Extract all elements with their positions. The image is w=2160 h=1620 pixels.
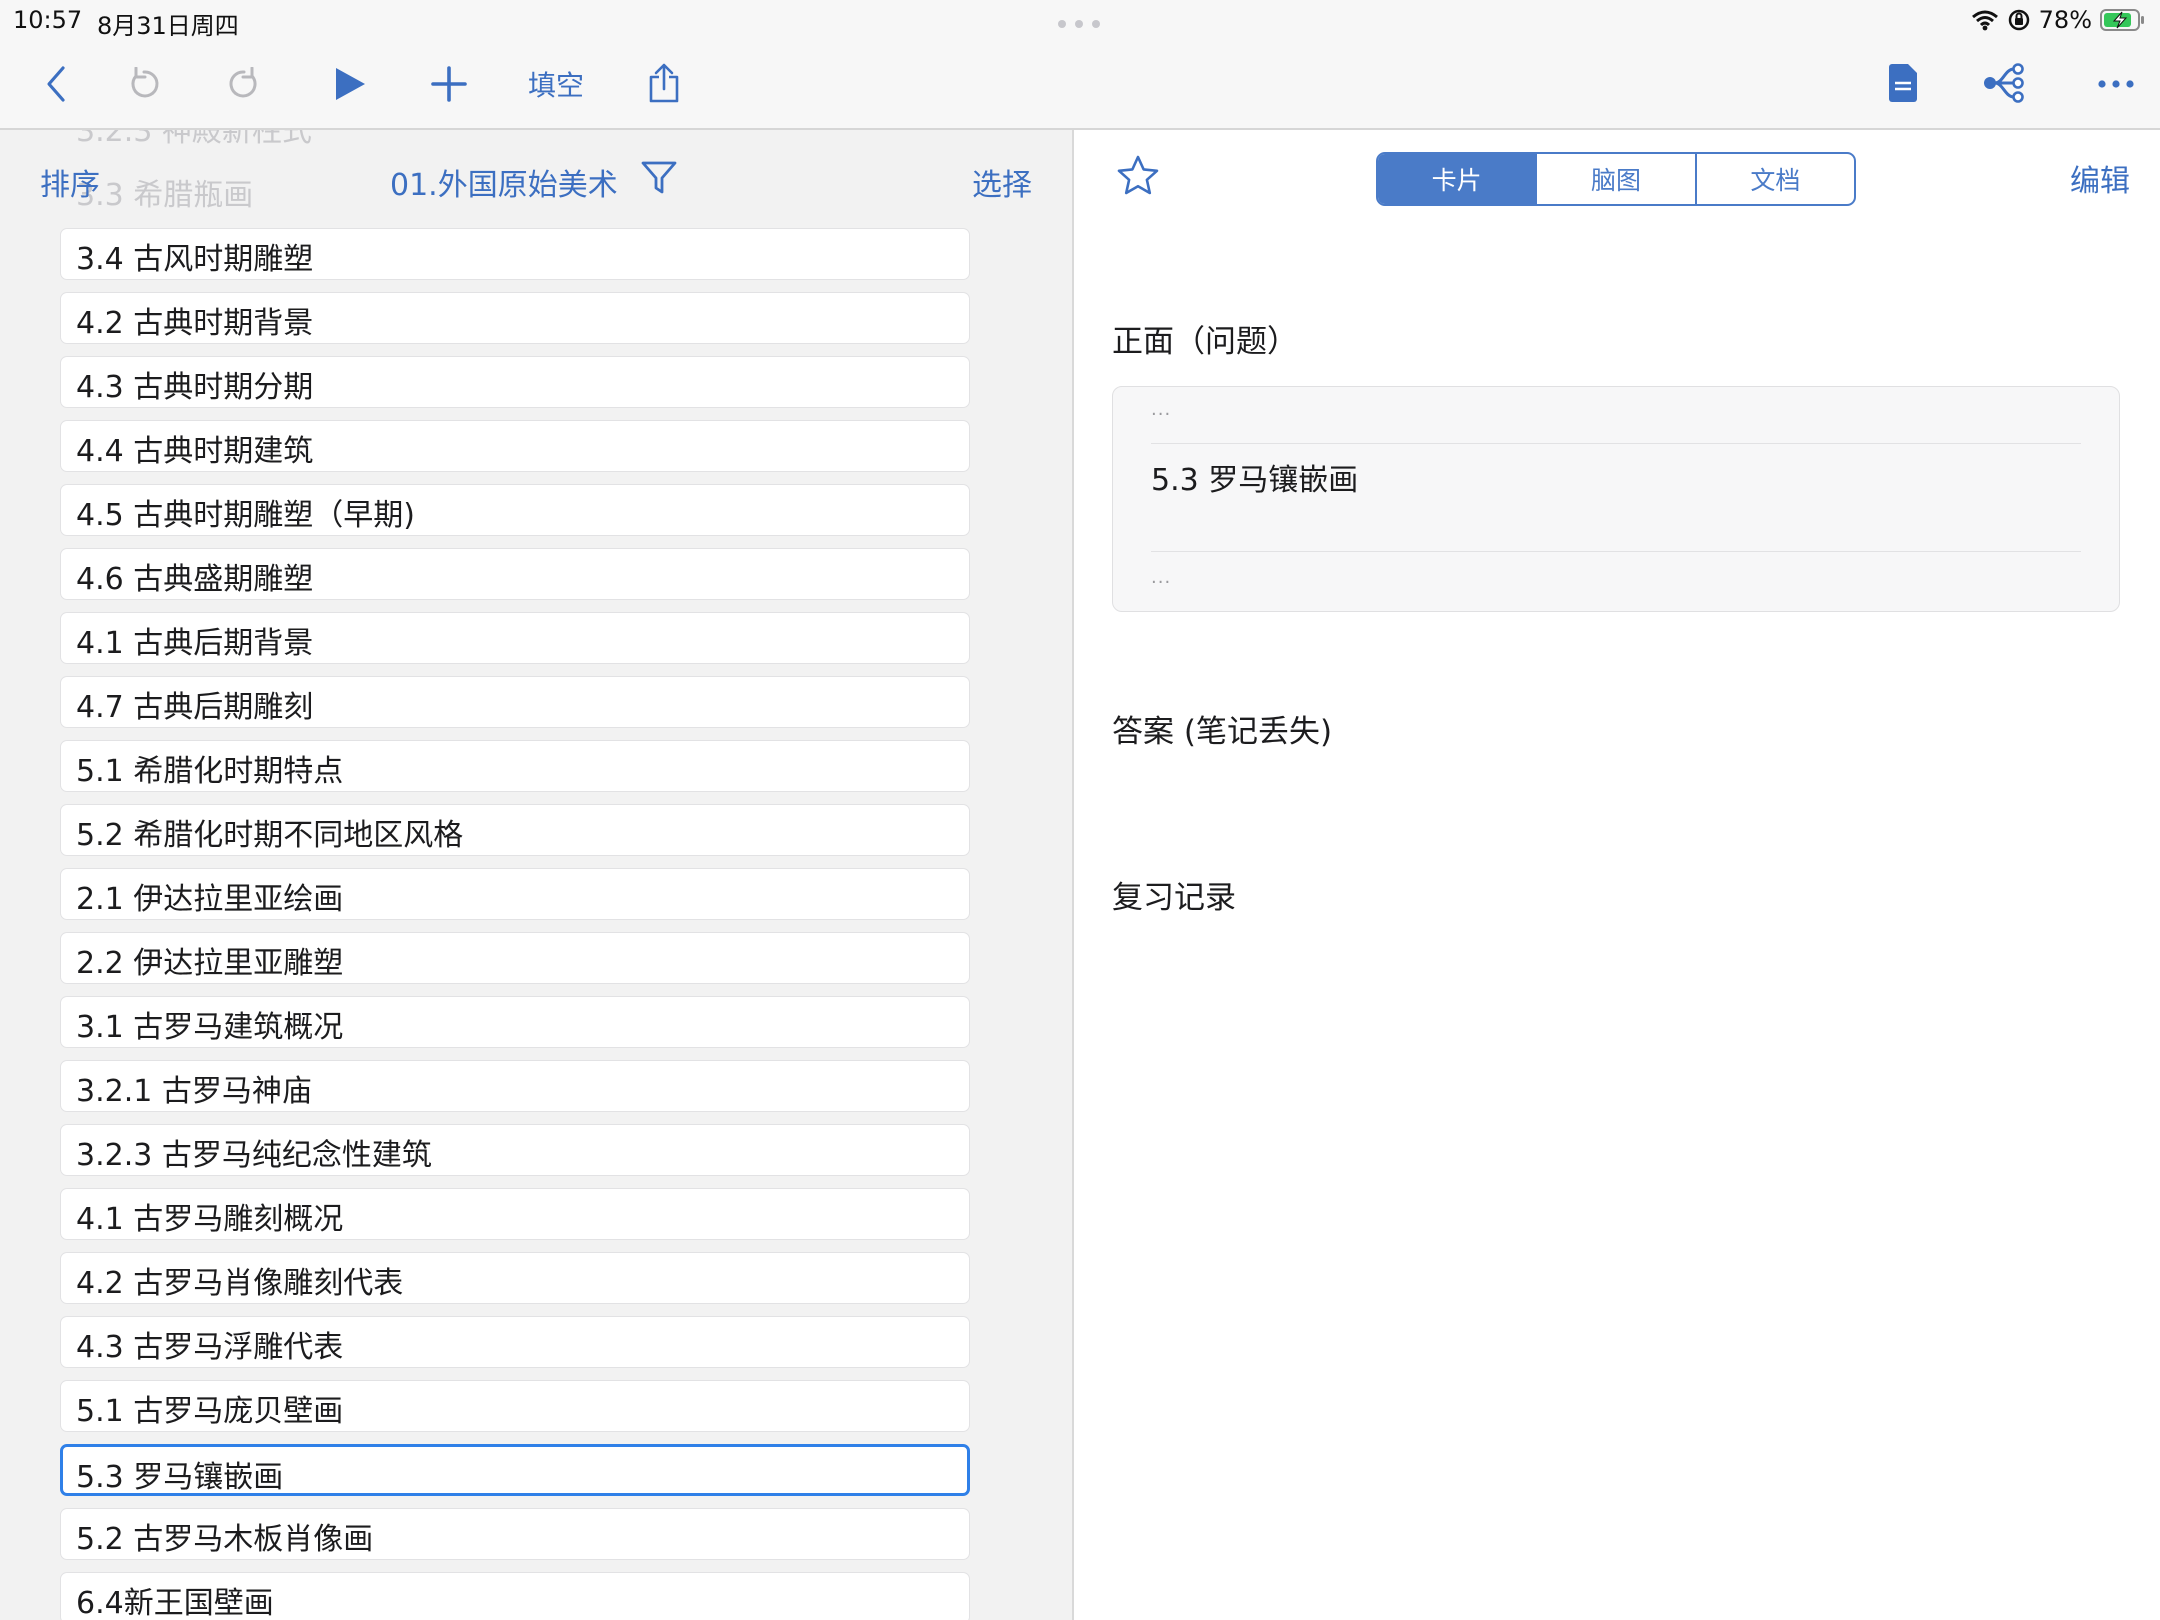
question-card[interactable]: ... 5.3 罗马镶嵌画 ... [1112, 386, 2120, 612]
question-text: 5.3 罗马镶嵌画 [1151, 463, 1359, 498]
ghost-list-item: 3.3 希腊瓶画 [76, 178, 254, 213]
view-segmented-control: 卡片 脑图 文档 [1376, 152, 1856, 206]
list-item-selected[interactable]: 5.3 罗马镶嵌画 [60, 1444, 970, 1496]
add-button[interactable] [428, 60, 470, 108]
review-history-title: 复习记录 [1112, 880, 1236, 916]
chevron-left-icon [47, 66, 65, 102]
list-item[interactable]: 4.3 古罗马浮雕代表 [60, 1316, 970, 1368]
list-item[interactable]: 4.5 古典时期雕塑（早期) [60, 484, 970, 536]
list-item[interactable]: 2.1 伊达拉里亚绘画 [60, 868, 970, 920]
list-item[interactable]: 6.4新王国壁画 [60, 1572, 970, 1620]
battery-percent: 78% [2038, 6, 2092, 34]
card-top-ellipsis: ... [1151, 399, 1172, 420]
note-list-pane: 3.2.3 神殿新柱式 3.3 希腊瓶画 排序 01.外国原始美术 选择 3.4… [0, 130, 1072, 1620]
detail-pane: 卡片 脑图 文档 编辑 正面（问题） ... 5.3 罗马镶嵌画 ... 答案 … [1074, 130, 2160, 1620]
play-icon [336, 68, 365, 100]
list-item[interactable]: 4.7 古典后期雕刻 [60, 676, 970, 728]
document-button[interactable] [1884, 58, 1922, 108]
divider [1151, 443, 2081, 444]
orientation-lock-icon [2008, 9, 2029, 31]
status-right: 78% [1971, 4, 2146, 36]
list-item[interactable]: 5.1 希腊化时期特点 [60, 740, 970, 792]
list-item[interactable]: 4.2 古罗马肖像雕刻代表 [60, 1252, 970, 1304]
redo-button[interactable] [224, 60, 264, 108]
multitasking-dots[interactable] [1058, 20, 1100, 28]
play-button[interactable] [330, 60, 370, 108]
sort-button[interactable]: 排序 [40, 160, 100, 204]
filter-button[interactable] [640, 160, 678, 200]
plus-icon [431, 66, 467, 102]
list-item[interactable]: 4.3 古典时期分期 [60, 356, 970, 408]
edit-button[interactable]: 编辑 [2070, 156, 2130, 200]
list-item[interactable]: 3.2.1 古罗马神庙 [60, 1060, 970, 1112]
back-button[interactable] [36, 60, 76, 108]
favorite-button[interactable] [1116, 154, 1160, 200]
status-bar: 10:57 8月31日周四 78% [0, 0, 2160, 40]
mindmap-button[interactable] [1982, 58, 2026, 108]
undo-button[interactable] [124, 60, 164, 108]
list-item[interactable]: 3.1 古罗马建筑概况 [60, 996, 970, 1048]
list-item[interactable]: 5.2 古罗马木板肖像画 [60, 1508, 970, 1560]
card-bottom-ellipsis: ... [1151, 567, 1172, 588]
list-item[interactable]: 4.6 古典盛期雕塑 [60, 548, 970, 600]
list-item[interactable]: 4.2 古典时期背景 [60, 292, 970, 344]
mindmap-icon [1984, 63, 2024, 103]
ghost-list-item: 3.2.3 神殿新柱式 [76, 130, 312, 149]
battery-charging-icon [2100, 9, 2144, 31]
front-section-title: 正面（问题） [1112, 324, 1298, 360]
undo-icon [131, 67, 159, 98]
list-item[interactable]: 3.4 古风时期雕塑 [60, 228, 970, 280]
wifi-icon [1971, 10, 1998, 31]
list-header: 3.2.3 神殿新柱式 3.3 希腊瓶画 排序 01.外国原始美术 选择 [0, 130, 1072, 228]
redo-icon [229, 67, 257, 98]
fill-blank-button[interactable]: 填空 [528, 60, 584, 108]
star-icon [1117, 155, 1159, 195]
status-date: 8月31日周四 [97, 12, 239, 40]
status-time: 10:57 [13, 6, 83, 34]
list-item[interactable]: 4.4 古典时期建筑 [60, 420, 970, 472]
toolbar: 填空 [0, 40, 2160, 130]
list-item[interactable]: 4.1 古罗马雕刻概况 [60, 1188, 970, 1240]
list-item[interactable]: 2.2 伊达拉里亚雕塑 [60, 932, 970, 984]
more-icon [2098, 80, 2134, 88]
tab-mindmap[interactable]: 脑图 [1535, 154, 1694, 204]
tab-document[interactable]: 文档 [1694, 154, 1854, 204]
select-button[interactable]: 选择 [972, 160, 1032, 204]
document-icon [1889, 64, 1917, 102]
list-item[interactable]: 5.1 古罗马庞贝壁画 [60, 1380, 970, 1432]
more-button[interactable] [2094, 60, 2138, 108]
list-item[interactable]: 5.2 希腊化时期不同地区风格 [60, 804, 970, 856]
list-item[interactable]: 3.2.3 古罗马纯纪念性建筑 [60, 1124, 970, 1176]
divider [1151, 551, 2081, 552]
deck-title[interactable]: 01.外国原始美术 [390, 160, 618, 204]
list-item[interactable]: 4.1 古典后期背景 [60, 612, 970, 664]
share-icon [649, 63, 679, 103]
tab-card[interactable]: 卡片 [1378, 154, 1536, 204]
filter-icon [641, 161, 677, 194]
answer-section-title: 答案 (笔记丢失) [1112, 714, 1333, 750]
share-button[interactable] [644, 58, 684, 108]
